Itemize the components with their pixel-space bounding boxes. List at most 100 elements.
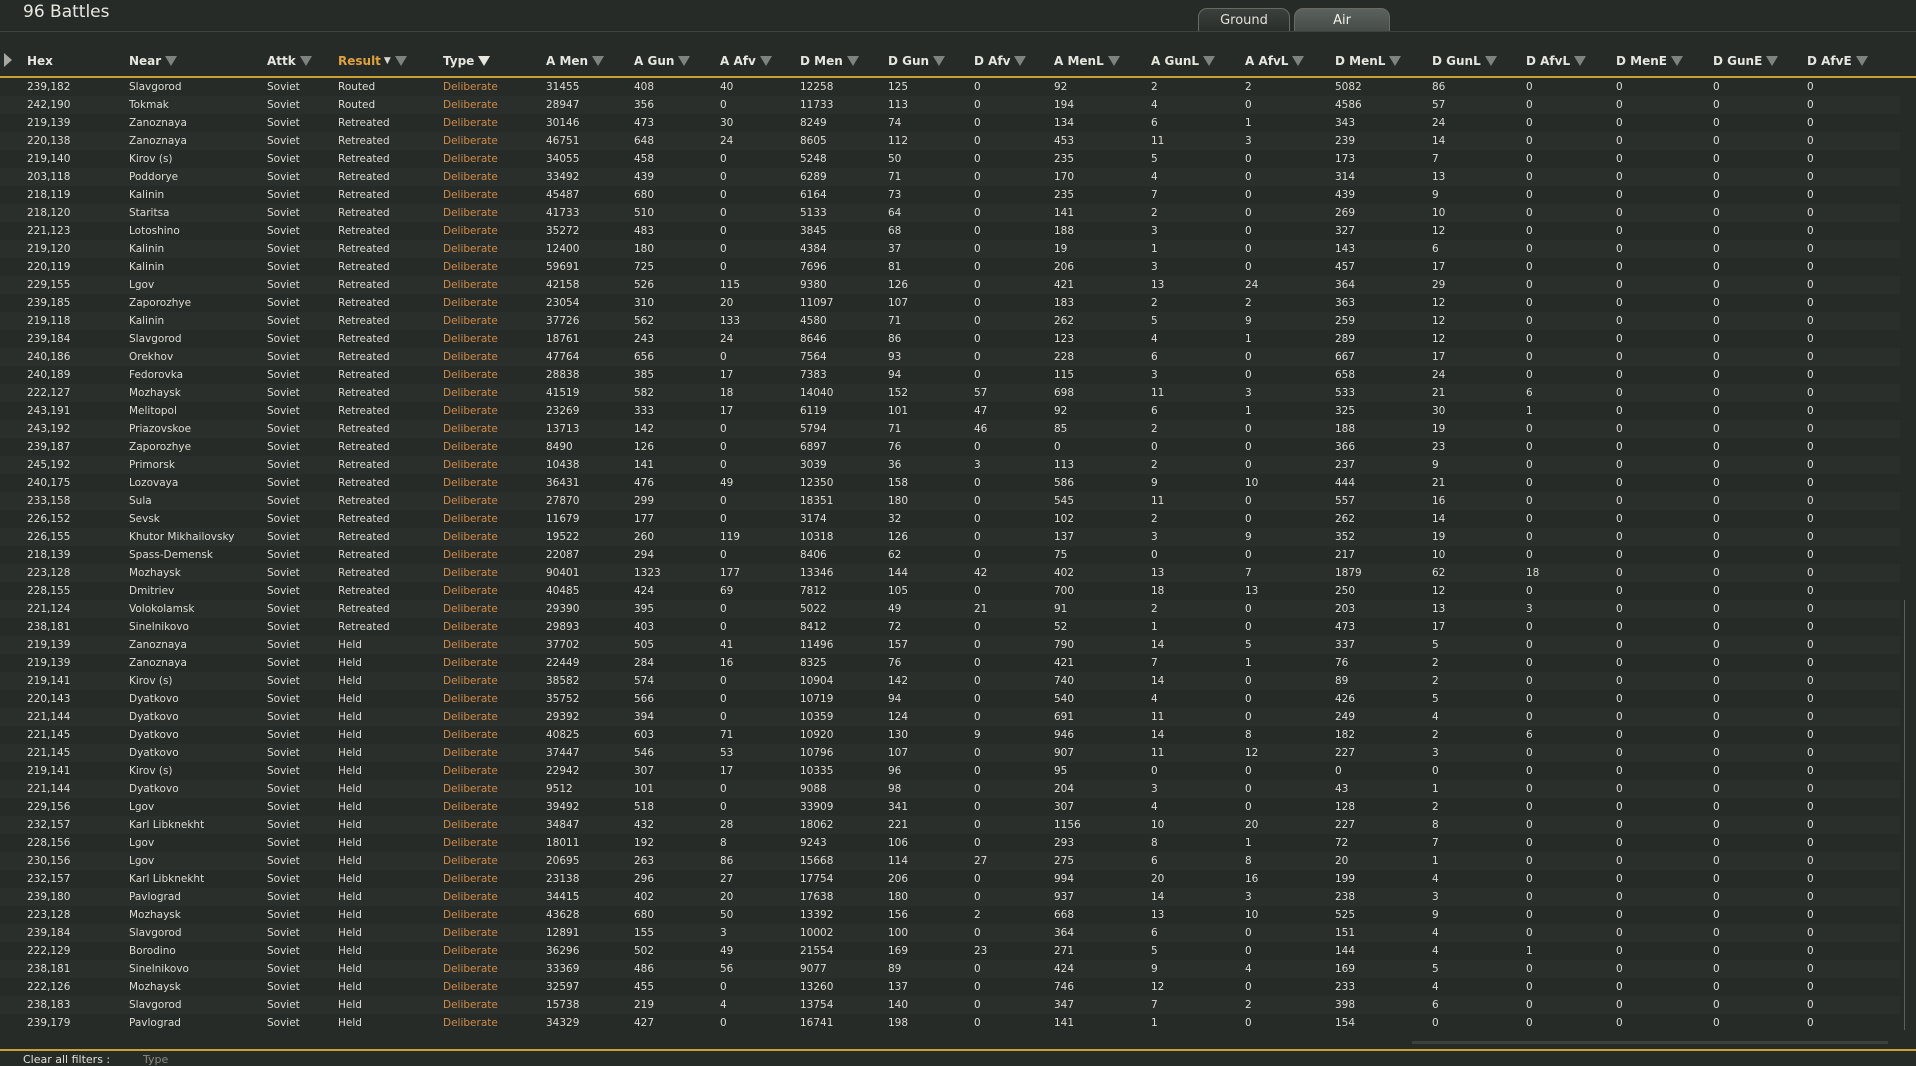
table-row[interactable]: 219,141 Kirov (s) Soviet Held Deliberate 2294…	[0, 762, 1900, 780]
table-row[interactable]: 219,120 Kalinin Soviet Retreated Deliberate 1…	[0, 240, 1900, 258]
column-header-d_gun[interactable]: D Gun	[888, 54, 946, 68]
table-row[interactable]: 223,128 Mozhaysk Soviet Retreated Deliberate…	[0, 564, 1900, 582]
table-row[interactable]: 222,126 Mozhaysk Soviet Held Deliberate 32597…	[0, 978, 1900, 996]
filter-funnel-icon[interactable]	[1014, 56, 1027, 66]
table-row[interactable]: 239,182 Slavgorod Soviet Routed Deliberate 31…	[0, 78, 1900, 96]
tab-air[interactable]: Air	[1294, 8, 1390, 32]
column-header-d_afvl[interactable]: D AfvL	[1526, 54, 1587, 68]
cell-near: Slavgorod	[129, 999, 182, 1011]
table-row[interactable]: 228,155 Dmitriev Soviet Retreated Deliberate…	[0, 582, 1900, 600]
column-header-attk[interactable]: Attk	[267, 54, 312, 68]
table-row[interactable]: 203,118 Poddorye Soviet Retreated Deliberate…	[0, 168, 1900, 186]
table-row[interactable]: 226,152 Sevsk Soviet Retreated Deliberate 116…	[0, 510, 1900, 528]
filter-funnel-icon[interactable]	[394, 56, 407, 66]
table-row[interactable]: 232,157 Karl Libknekht Soviet Held Deliberat…	[0, 816, 1900, 834]
table-row[interactable]: 222,129 Borodino Soviet Held Deliberate 36296…	[0, 942, 1900, 960]
table-row[interactable]: 230,156 Lgov Soviet Held Deliberate 20695 263 8…	[0, 852, 1900, 870]
table-row[interactable]: 219,140 Kirov (s) Soviet Retreated Deliberat…	[0, 150, 1900, 168]
table-row[interactable]: 219,139 Zanoznaya Soviet Held Deliberate 3770…	[0, 636, 1900, 654]
table-row[interactable]: 219,118 Kalinin Soviet Retreated Deliberate 3…	[0, 312, 1900, 330]
table-row[interactable]: 226,155 Khutor Mikhailovsky Soviet Retreate…	[0, 528, 1900, 546]
table-row[interactable]: 221,123 Lotoshino Soviet Retreated Deliberat…	[0, 222, 1900, 240]
column-header-d_menl[interactable]: D MenL	[1335, 54, 1402, 68]
table-row[interactable]: 240,175 Lozovaya Soviet Retreated Deliberate…	[0, 474, 1900, 492]
table-row[interactable]: 221,144 Dyatkovo Soviet Held Deliberate 29392…	[0, 708, 1900, 726]
table-row[interactable]: 239,185 Zaporozhye Soviet Retreated Delibera…	[0, 294, 1900, 312]
filter-funnel-icon[interactable]	[1855, 56, 1868, 66]
table-row[interactable]: 229,155 Lgov Soviet Retreated Deliberate 4215…	[0, 276, 1900, 294]
filter-funnel-icon[interactable]	[846, 56, 859, 66]
table-row[interactable]: 220,138 Zanoznaya Soviet Retreated Deliberat…	[0, 132, 1900, 150]
table-row[interactable]: 221,144 Dyatkovo Soviet Held Deliberate 9512 1…	[0, 780, 1900, 798]
cell-d_afv: 0	[974, 747, 981, 759]
table-row[interactable]: 220,119 Kalinin Soviet Retreated Deliberate 5…	[0, 258, 1900, 276]
column-header-a_gunl[interactable]: A GunL	[1151, 54, 1216, 68]
column-header-d_men[interactable]: D Men	[800, 54, 859, 68]
column-header-type[interactable]: Type	[443, 54, 491, 68]
table-row[interactable]: 238,181 Sinelnikovo Soviet Retreated Deliber…	[0, 618, 1900, 636]
table-row[interactable]: 219,141 Kirov (s) Soviet Held Deliberate 3858…	[0, 672, 1900, 690]
filter-funnel-icon[interactable]	[1107, 56, 1120, 66]
horizontal-scrollbar[interactable]	[1412, 1041, 1888, 1044]
filter-funnel-icon[interactable]	[933, 56, 946, 66]
filter-funnel-icon[interactable]	[299, 56, 312, 66]
sort-descending-icon[interactable]: ▼	[384, 56, 391, 66]
filter-funnel-icon[interactable]	[592, 56, 605, 66]
filter-funnel-icon[interactable]	[1292, 56, 1305, 66]
column-header-d_gunl[interactable]: D GunL	[1432, 54, 1497, 68]
column-header-d_gune[interactable]: D GunE	[1713, 54, 1779, 68]
column-header-a_gun[interactable]: A Gun	[634, 54, 691, 68]
table-row[interactable]: 219,139 Zanoznaya Soviet Held Deliberate 2244…	[0, 654, 1900, 672]
table-row[interactable]: 229,156 Lgov Soviet Held Deliberate 39492 518 0…	[0, 798, 1900, 816]
table-row[interactable]: 228,156 Lgov Soviet Held Deliberate 18011 192 8…	[0, 834, 1900, 852]
table-row[interactable]: 221,145 Dyatkovo Soviet Held Deliberate 37447…	[0, 744, 1900, 762]
table-row[interactable]: 239,187 Zaporozhye Soviet Retreated Delibera…	[0, 438, 1900, 456]
column-header-d_afv[interactable]: D Afv	[974, 54, 1027, 68]
column-header-d_afve[interactable]: D AfvE	[1807, 54, 1868, 68]
cell-d_gunl: 19	[1432, 423, 1446, 435]
column-header-d_mene[interactable]: D MenE	[1616, 54, 1683, 68]
filter-funnel-icon[interactable]	[1389, 56, 1402, 66]
filter-funnel-icon[interactable]	[678, 56, 691, 66]
table-row[interactable]: 220,143 Dyatkovo Soviet Held Deliberate 35752…	[0, 690, 1900, 708]
filter-funnel-icon[interactable]	[1574, 56, 1587, 66]
table-row[interactable]: 223,128 Mozhaysk Soviet Held Deliberate 43628…	[0, 906, 1900, 924]
table-row[interactable]: 245,192 Primorsk Soviet Retreated Deliberate…	[0, 456, 1900, 474]
table-row[interactable]: 233,158 Sula Soviet Retreated Deliberate 2787…	[0, 492, 1900, 510]
vertical-scrollbar[interactable]	[1904, 600, 1905, 1030]
filter-funnel-icon[interactable]	[478, 56, 491, 66]
column-header-near[interactable]: Near	[129, 54, 178, 68]
table-row[interactable]: 239,180 Pavlograd Soviet Held Deliberate 3441…	[0, 888, 1900, 906]
filter-funnel-icon[interactable]	[165, 56, 178, 66]
column-header-a_men[interactable]: A Men	[546, 54, 605, 68]
table-row[interactable]: 221,124 Volokolamsk Soviet Retreated Deliber…	[0, 600, 1900, 618]
table-row[interactable]: 219,139 Zanoznaya Soviet Retreated Deliberat…	[0, 114, 1900, 132]
table-row[interactable]: 239,184 Slavgorod Soviet Retreated Deliberat…	[0, 330, 1900, 348]
table-row[interactable]: 242,190 Tokmak Soviet Routed Deliberate 28947…	[0, 96, 1900, 114]
table-row[interactable]: 238,181 Sinelnikovo Soviet Held Deliberate 33…	[0, 960, 1900, 978]
table-row[interactable]: 243,191 Melitopol Soviet Retreated Deliberat…	[0, 402, 1900, 420]
table-row[interactable]: 222,127 Mozhaysk Soviet Retreated Deliberate…	[0, 384, 1900, 402]
filter-funnel-icon[interactable]	[1484, 56, 1497, 66]
table-row[interactable]: 240,186 Orekhov Soviet Retreated Deliberate 4…	[0, 348, 1900, 366]
table-row[interactable]: 239,179 Pavlograd Soviet Held Deliberate 3432…	[0, 1014, 1900, 1032]
table-row[interactable]: 232,157 Karl Libknekht Soviet Held Deliberat…	[0, 870, 1900, 888]
table-row[interactable]: 243,192 Priazovskoe Soviet Retreated Deliber…	[0, 420, 1900, 438]
column-header-result[interactable]: Result ▼	[338, 54, 407, 68]
column-header-a_afv[interactable]: A Afv	[720, 54, 772, 68]
filter-funnel-icon[interactable]	[1766, 56, 1779, 66]
filter-funnel-icon[interactable]	[1203, 56, 1216, 66]
table-row[interactable]: 218,119 Kalinin Soviet Retreated Deliberate 4…	[0, 186, 1900, 204]
table-row[interactable]: 218,139 Spass-Demensk Soviet Retreated Delib…	[0, 546, 1900, 564]
table-row[interactable]: 240,189 Fedorovka Soviet Retreated Deliberat…	[0, 366, 1900, 384]
tab-ground[interactable]: Ground	[1198, 8, 1290, 32]
table-row[interactable]: 218,120 Staritsa Soviet Retreated Deliberate…	[0, 204, 1900, 222]
table-row[interactable]: 239,184 Slavgorod Soviet Held Deliberate 1289…	[0, 924, 1900, 942]
column-header-hex[interactable]: Hex	[27, 54, 53, 68]
column-header-a_menl[interactable]: A MenL	[1054, 54, 1120, 68]
table-row[interactable]: 238,183 Slavgorod Soviet Held Deliberate 1573…	[0, 996, 1900, 1014]
filter-funnel-icon[interactable]	[759, 56, 772, 66]
filter-funnel-icon[interactable]	[1670, 56, 1683, 66]
column-header-a_afvl[interactable]: A AfvL	[1245, 54, 1305, 68]
table-row[interactable]: 221,145 Dyatkovo Soviet Held Deliberate 40825…	[0, 726, 1900, 744]
